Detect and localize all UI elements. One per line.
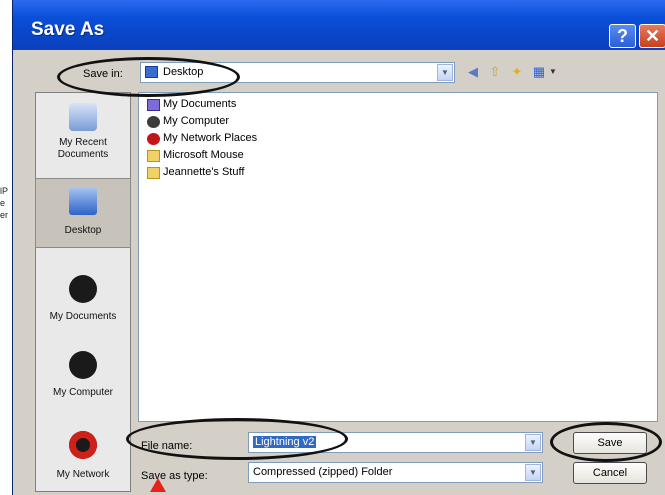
save-in-value: Desktop bbox=[163, 66, 204, 78]
background-text: lP bbox=[0, 186, 9, 196]
recent-documents-icon bbox=[69, 103, 97, 131]
places-item-label: Documents bbox=[57, 149, 109, 160]
chevron-down-icon[interactable]: ▼ bbox=[525, 464, 541, 481]
cancel-button[interactable]: Cancel bbox=[573, 462, 647, 484]
close-button[interactable]: ✕ bbox=[639, 24, 665, 48]
places-item-label: My Computer bbox=[52, 387, 113, 398]
annotation-arrow bbox=[150, 478, 166, 492]
up-folder-icon[interactable]: ⇧ bbox=[488, 65, 502, 79]
chevron-down-icon[interactable]: ▼ bbox=[525, 434, 541, 451]
dialog-title: Save As bbox=[31, 19, 105, 40]
places-item-my-documents[interactable]: My Documents bbox=[36, 265, 130, 333]
back-icon[interactable]: ◀ bbox=[466, 65, 480, 79]
file-name-value: Lightning v2 bbox=[253, 436, 317, 448]
save-button[interactable]: Save bbox=[573, 432, 647, 454]
help-button[interactable]: ? bbox=[609, 24, 636, 48]
places-item-recent[interactable]: My Recent Documents bbox=[36, 97, 130, 165]
list-item-label: My Documents bbox=[163, 98, 237, 110]
my-computer-icon bbox=[147, 116, 160, 128]
places-item-desktop[interactable]: Desktop bbox=[35, 178, 131, 248]
places-item-label: My Documents bbox=[49, 311, 117, 322]
list-item-label: Jeannette's Stuff bbox=[163, 166, 245, 178]
new-folder-icon[interactable]: ✦ bbox=[510, 65, 524, 79]
my-documents-icon bbox=[69, 275, 97, 303]
folder-icon bbox=[147, 150, 160, 162]
folder-icon bbox=[147, 167, 160, 179]
places-bar: My Recent Documents Desktop My Documents… bbox=[35, 92, 131, 492]
file-name-label: File name: bbox=[141, 440, 193, 452]
my-network-icon bbox=[69, 431, 97, 459]
file-name-field[interactable]: Lightning v2 ▼ bbox=[248, 432, 543, 453]
list-item-label: My Network Places bbox=[163, 132, 258, 144]
save-as-type-value: Compressed (zipped) Folder bbox=[253, 466, 393, 478]
title-bar[interactable]: Save As ? ✕ bbox=[13, 0, 665, 50]
chevron-down-icon[interactable]: ▼ bbox=[437, 64, 453, 81]
my-computer-icon bbox=[69, 351, 97, 379]
views-menu-icon[interactable]: ▦ bbox=[532, 65, 546, 79]
places-item-label: My Network bbox=[56, 469, 110, 480]
background-window-strip: lP e er bbox=[0, 0, 12, 495]
places-item-label: My Recent bbox=[59, 137, 107, 148]
save-as-dialog: Save As ? ✕ Save in: Desktop ▼ ◀ ⇧ ✦ ▦ ▼… bbox=[12, 0, 665, 495]
desktop-icon bbox=[145, 66, 158, 78]
views-chevron-icon[interactable]: ▼ bbox=[546, 65, 560, 79]
desktop-icon bbox=[69, 187, 97, 215]
save-in-label: Save in: bbox=[83, 68, 123, 80]
my-documents-icon bbox=[147, 99, 160, 111]
list-item-label: My Computer bbox=[163, 115, 230, 127]
file-list[interactable]: My Documents My Computer My Network Plac… bbox=[138, 92, 658, 422]
places-item-my-computer[interactable]: My Computer bbox=[36, 345, 130, 413]
list-item-label: Microsoft Mouse bbox=[163, 149, 244, 161]
save-as-type-dropdown[interactable]: Compressed (zipped) Folder ▼ bbox=[248, 462, 543, 483]
background-text: e bbox=[0, 198, 6, 208]
dialog-toolbar: ◀ ⇧ ✦ ▦ ▼ bbox=[466, 63, 576, 83]
places-item-label: Desktop bbox=[64, 225, 102, 236]
places-item-my-network[interactable]: My Network bbox=[36, 425, 130, 493]
network-places-icon bbox=[147, 133, 160, 145]
save-in-dropdown[interactable]: Desktop ▼ bbox=[140, 62, 455, 83]
background-text: er bbox=[0, 210, 9, 220]
